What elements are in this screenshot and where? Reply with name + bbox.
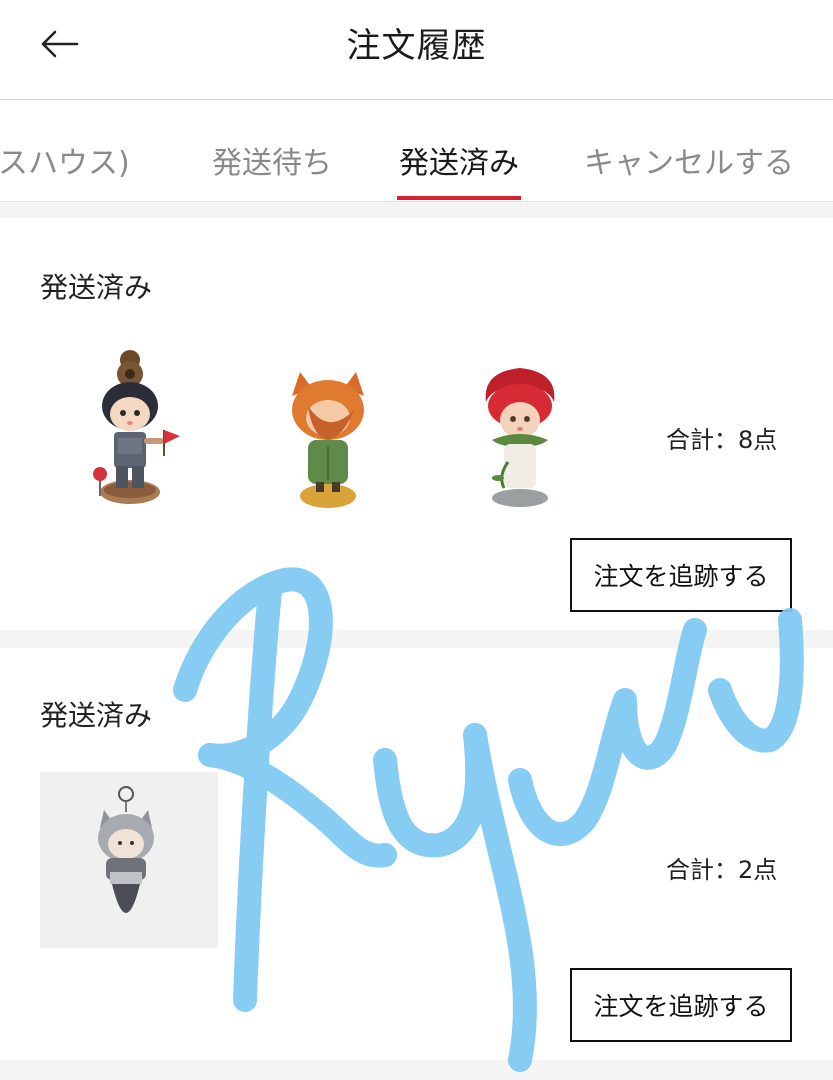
order-status-tabs: スハウス) 発送待ち 発送済み キャンセルする — [0, 100, 833, 202]
product-thumbnail[interactable] — [40, 772, 218, 948]
tab-awaiting-shipment[interactable]: 発送待ち — [212, 138, 332, 182]
order-card[interactable]: 発送済み 合計：2点 注文を追跡する — [0, 648, 833, 1060]
track-order-button[interactable]: 注文を追跡する — [570, 538, 792, 612]
tab-cancel[interactable]: キャンセルする — [584, 138, 794, 182]
tab-shipped[interactable]: 発送済み — [399, 138, 519, 182]
order-card[interactable]: 発送済み 合計：8点 注文を追跡する — [0, 218, 833, 630]
product-thumbnail[interactable] — [478, 366, 564, 510]
tab-partial-prev[interactable]: スハウス) — [0, 138, 130, 182]
app-header: 注文履歴 — [0, 0, 833, 100]
keychain-figure-image — [98, 786, 154, 913]
track-order-button[interactable]: 注文を追跡する — [570, 968, 792, 1042]
order-total: 合計：2点 — [666, 856, 778, 884]
page-title: 注文履歴 — [346, 26, 487, 66]
order-status: 発送済み — [40, 271, 153, 304]
active-tab-indicator — [397, 196, 521, 200]
order-status: 発送済み — [40, 699, 153, 732]
product-thumbnail[interactable] — [84, 346, 194, 510]
product-thumbnail[interactable] — [284, 366, 374, 510]
order-total: 合計：8点 — [666, 426, 778, 454]
